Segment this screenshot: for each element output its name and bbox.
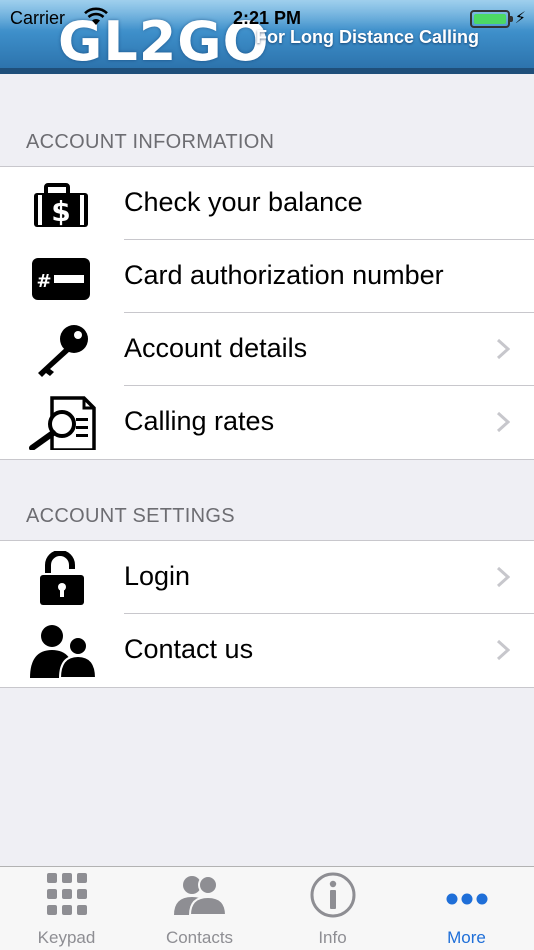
charging-bolt-icon: ⚡ bbox=[514, 10, 526, 27]
account-details-row[interactable]: Account details bbox=[0, 313, 534, 386]
status-time: 2:21 PM bbox=[232, 8, 302, 28]
calling-rates-row[interactable]: Calling rates bbox=[0, 386, 534, 459]
chevron-right-icon bbox=[496, 639, 510, 661]
section-title-account-settings: ACCOUNT SETTINGS bbox=[26, 505, 235, 527]
tab-info[interactable]: Info bbox=[266, 867, 399, 950]
svg-text:#: # bbox=[36, 271, 51, 292]
tab-more[interactable]: More bbox=[400, 867, 533, 950]
magnifier-document-icon bbox=[29, 396, 96, 450]
header-bottom-bar bbox=[0, 68, 534, 74]
key-icon bbox=[38, 325, 88, 377]
login-label: Login bbox=[124, 561, 191, 591]
battery-icon bbox=[470, 10, 513, 28]
more-dots-icon bbox=[446, 893, 487, 905]
chevron-right-icon bbox=[496, 411, 510, 433]
keypad-icon bbox=[46, 873, 87, 915]
tab-bar: Keypad Contacts Info More bbox=[0, 866, 534, 950]
svg-text:$: $ bbox=[51, 195, 70, 228]
tab-contacts-label: Contacts bbox=[165, 928, 234, 947]
account-details-label: Account details bbox=[124, 333, 308, 363]
check-balance-label: Check your balance bbox=[124, 187, 363, 217]
info-icon bbox=[310, 872, 355, 918]
tab-more-label: More bbox=[447, 928, 486, 947]
status-bar: Carrier 2:21 PM ⚡ bbox=[0, 6, 534, 32]
chevron-right-icon bbox=[496, 338, 510, 360]
contact-us-label: Contact us bbox=[124, 634, 254, 664]
money-bag-icon: $ bbox=[34, 183, 88, 228]
section-title-account-information: ACCOUNT INFORMATION bbox=[26, 131, 275, 153]
tab-keypad-label: Keypad bbox=[37, 928, 96, 947]
tab-keypad[interactable]: Keypad bbox=[0, 867, 133, 950]
unlocked-padlock-icon bbox=[40, 551, 84, 605]
account-settings-group: Login Contact us bbox=[0, 540, 534, 688]
card-authorization-label: Card authorization number bbox=[124, 260, 444, 290]
card-authorization-row[interactable]: # Card authorization number bbox=[0, 240, 534, 313]
account-information-group: $ Check your balance # Card authorizatio… bbox=[0, 166, 534, 460]
calling-rates-label: Calling rates bbox=[124, 406, 275, 436]
tab-contacts[interactable]: Contacts bbox=[133, 867, 266, 950]
app-header: GL2GO For Long Distance Calling Carrier … bbox=[0, 0, 534, 74]
card-number-icon: # bbox=[32, 258, 90, 300]
tab-info-label: Info bbox=[318, 928, 347, 947]
check-balance-row[interactable]: $ Check your balance bbox=[0, 167, 534, 240]
contacts-icon bbox=[173, 875, 227, 916]
people-icon bbox=[30, 625, 96, 678]
login-row[interactable]: Login bbox=[0, 541, 534, 614]
chevron-right-icon bbox=[496, 566, 510, 588]
contact-us-row[interactable]: Contact us bbox=[0, 614, 534, 687]
